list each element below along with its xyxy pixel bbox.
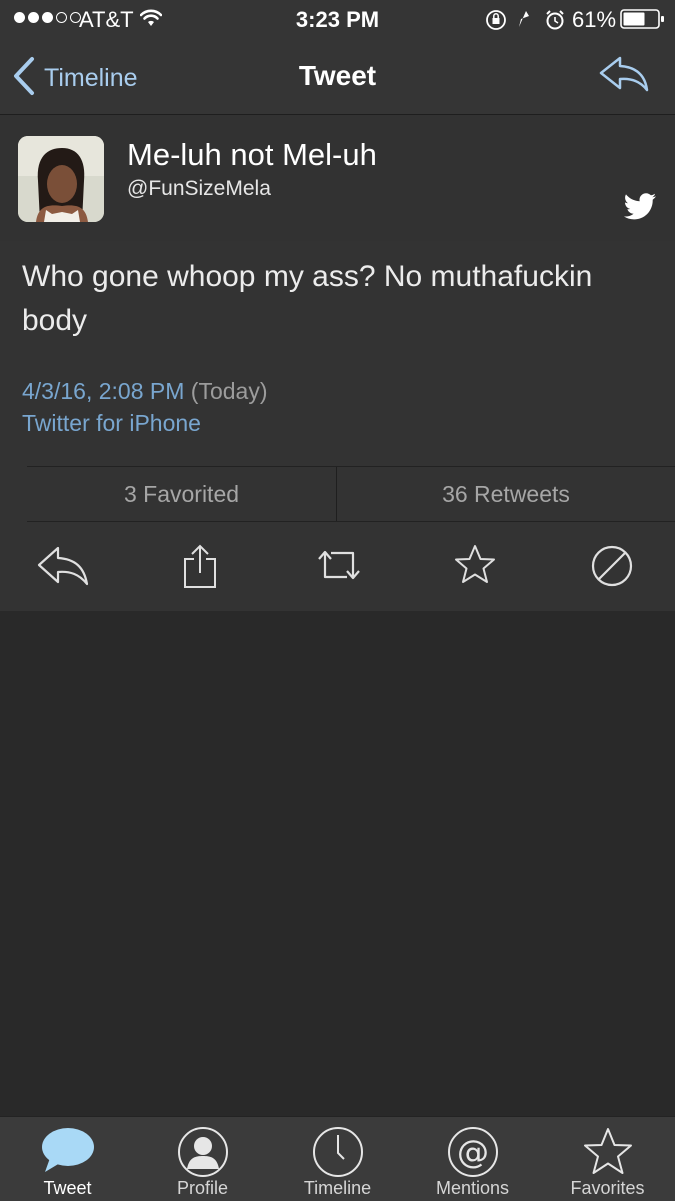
tweet-stats: 3 Favorited 36 Retweets: [27, 466, 675, 522]
tab-label: Tweet: [43, 1178, 92, 1198]
retweets-count[interactable]: 36 Retweets: [337, 467, 675, 521]
alarm-icon: [546, 10, 564, 30]
share-icon[interactable]: [182, 543, 218, 594]
tweet-actions: [0, 543, 675, 593]
author-handle: @FunSizeMela: [127, 177, 271, 200]
tweet-author-header[interactable]: Me-luh not Mel-uh @FunSizeMela: [0, 115, 675, 241]
reply-icon[interactable]: [598, 54, 650, 99]
tweet-date: 4/3/16, 2:08 PM: [22, 378, 185, 404]
tweet-text: Who gone whoop my ass? No muthafuckin bo…: [22, 260, 593, 337]
tab-profile[interactable]: Profile: [135, 1117, 270, 1201]
favorited-count[interactable]: 3 Favorited: [27, 467, 337, 521]
svg-text:@: @: [457, 1133, 489, 1171]
navigation-bar: Timeline Tweet: [0, 40, 675, 115]
location-arrow-icon: [519, 11, 529, 27]
clock-icon: [270, 1125, 405, 1184]
status-indicator-icons: [486, 8, 566, 37]
tab-label: Favorites: [570, 1178, 645, 1198]
person-icon: [135, 1125, 270, 1184]
star-icon: [540, 1125, 675, 1184]
tab-timeline[interactable]: Timeline: [270, 1117, 405, 1201]
tab-label: Profile: [176, 1178, 229, 1198]
tweet-meta: 4/3/16, 2:08 PM (Today) Twitter for iPho…: [22, 375, 267, 439]
speech-bubble-icon: [0, 1125, 135, 1180]
reply-icon[interactable]: [36, 543, 90, 592]
at-sign-icon: @: [405, 1125, 540, 1184]
tab-label: Timeline: [303, 1178, 372, 1198]
tab-favorites[interactable]: Favorites: [540, 1117, 675, 1201]
rotation-lock-icon: [486, 10, 506, 30]
status-bar: AT&T 3:23 PM 61%: [0, 0, 675, 40]
block-icon[interactable]: [589, 543, 635, 594]
retweet-icon[interactable]: [313, 543, 365, 592]
favorite-star-icon[interactable]: [453, 543, 497, 592]
twitter-bird-icon: [623, 193, 657, 226]
tab-tweet[interactable]: Tweet: [0, 1117, 135, 1201]
tweet-source-link[interactable]: Twitter for iPhone: [22, 407, 267, 439]
battery-percentage: 61%: [572, 7, 617, 32]
avatar[interactable]: [18, 136, 104, 222]
author-display-name: Me-luh not Mel-uh: [127, 137, 377, 172]
page-title: Tweet: [298, 60, 377, 91]
tab-label: Mentions: [435, 1178, 510, 1198]
tab-bar: Tweet Profile Timeline @ Mentions Favori…: [0, 1116, 675, 1201]
tab-mentions[interactable]: @ Mentions: [405, 1117, 540, 1201]
tweet-relative-date: (Today): [190, 378, 268, 404]
battery-icon: [620, 9, 666, 34]
tweet-detail: Who gone whoop my ass? No muthafuckin bo…: [0, 241, 675, 611]
